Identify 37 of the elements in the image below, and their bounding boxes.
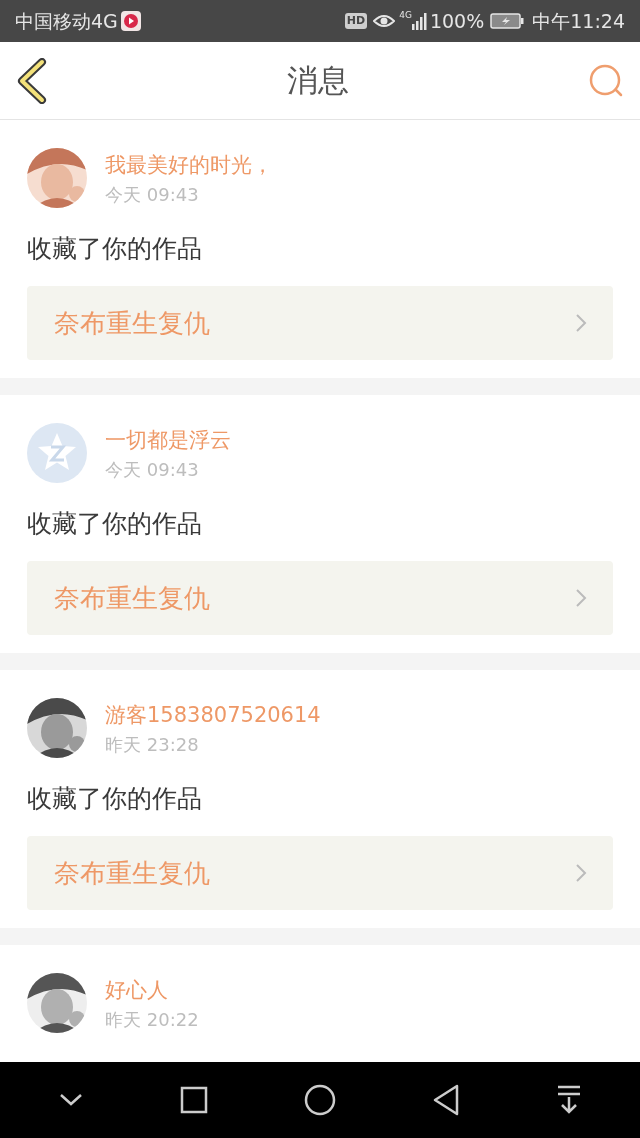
timestamp: 昨天 20:22 [105,1008,199,1032]
pull-down-icon[interactable] [556,1085,582,1115]
user-name[interactable]: 好心人 [105,977,199,1003]
carrier-label: 中国移动4G [15,8,118,34]
chevron-right-icon [575,313,587,333]
default-avatar-icon [27,423,87,483]
message-text: 收藏了你的作品 [27,783,203,815]
network-label: 4G [399,9,412,22]
back-nav-icon[interactable] [432,1084,460,1116]
battery-icon [490,13,525,29]
user-name[interactable]: 一切都是浮云 [105,427,231,453]
chevron-right-icon [575,863,587,883]
work-link[interactable]: 奈布重生复仇 [27,286,613,360]
work-title: 奈布重生复仇 [54,856,211,890]
home-icon[interactable] [304,1084,336,1116]
eye-icon [373,13,396,29]
work-title: 奈布重生复仇 [54,306,211,340]
work-link[interactable]: 奈布重生复仇 [27,836,613,910]
video-app-icon [120,11,141,31]
back-icon[interactable] [16,57,48,104]
message-text: 收藏了你的作品 [27,233,203,265]
message-text: 收藏了你的作品 [27,508,203,540]
timestamp: 今天 09:43 [105,183,200,207]
hd-badge: HD [344,13,368,29]
user-name[interactable]: 游客1583807520614 [105,702,321,728]
work-link[interactable]: 奈布重生复仇 [27,561,613,635]
timestamp: 今天 09:43 [105,458,200,482]
page-title: 消息 [286,61,350,101]
clock: 中午11:24 [532,8,625,34]
battery-percent: 100% [429,8,485,34]
recents-icon[interactable] [180,1086,208,1114]
user-name[interactable]: 我最美好的时光， [105,152,273,178]
timestamp: 昨天 23:28 [105,733,200,757]
hide-bar-icon[interactable] [58,1092,84,1108]
signal-icon [411,12,428,30]
chevron-right-icon [575,588,587,608]
work-title: 奈布重生复仇 [54,581,211,615]
